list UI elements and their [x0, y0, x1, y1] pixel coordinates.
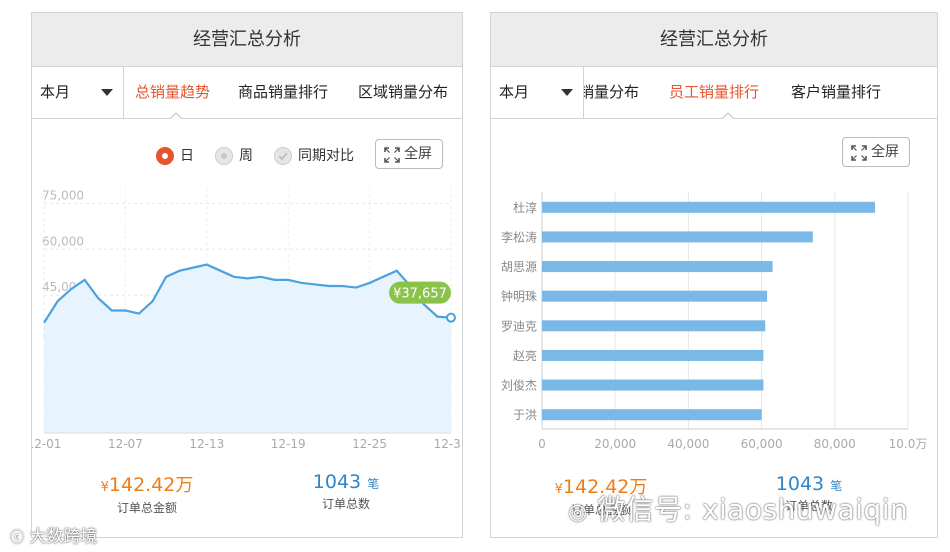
bar [542, 261, 773, 273]
category-label: 钟明珠 [501, 289, 537, 304]
watermark-left: ⓒ 大数跨境 [10, 527, 98, 547]
bar [542, 320, 766, 332]
bar [542, 290, 768, 302]
employee-sales-bar-chart: 0 20,000 40,000 60,000 80,000 10.0万 杜淳李松涛胡思源钟明… [501, 192, 928, 451]
fullscreen-button[interactable]: 全屏 [842, 137, 910, 167]
category-label: 胡思源 [501, 260, 537, 274]
panel-title: 经营汇总分析 [32, 13, 462, 67]
y-tick-label: 60,000 [42, 234, 84, 248]
value-tooltip: ¥37,657 [389, 281, 451, 304]
option-day[interactable]: 日 [156, 147, 194, 165]
order-count-label: 订单总数 [321, 497, 370, 511]
option-day-label: 日 [180, 148, 194, 164]
bar [542, 349, 764, 361]
wechat-icon: ◎ [568, 500, 588, 525]
latest-point-marker [446, 312, 456, 323]
chevron-down-icon [561, 89, 573, 96]
fullscreen-button[interactable]: 全屏 [375, 139, 443, 169]
panel-title: 经营汇总分析 [491, 13, 937, 67]
fullscreen-label: 全屏 [871, 144, 899, 160]
expand-icon [384, 147, 400, 163]
x-tick-label: 12-25 [352, 437, 387, 448]
order-count-summary: 1043 笔 订单总数 [296, 471, 396, 512]
chevron-down-icon [101, 89, 113, 96]
tab-bar: 销量分布 员工销量排行 客户销量排行 本月 [491, 67, 937, 120]
bar [542, 409, 762, 421]
option-week-label: 周 [239, 148, 253, 164]
x-tick-label: 80,000 [814, 437, 856, 451]
tooltip-text: ¥37,657 [393, 287, 447, 302]
bar [542, 379, 764, 391]
x-tick-label: 40,000 [667, 437, 709, 451]
period-label: 本月 [40, 83, 71, 101]
active-tab-indicator [169, 111, 183, 120]
fullscreen-label: 全屏 [404, 146, 432, 162]
bar [542, 231, 813, 243]
tab-customer-sales-ranking[interactable]: 客户销量排行 [791, 67, 881, 118]
order-amount-summary: ¥142.42万 订单总金额 [87, 471, 207, 516]
x-tick-label: 10.0万 [889, 437, 928, 451]
x-tick-label: 0 [538, 437, 546, 451]
x-tick-label: 60,000 [741, 437, 783, 451]
sales-trend-panel: 经营汇总分析 本月 总销量趋势 商品销量排行 区域销量分布 日 周 同期对比 全… [31, 12, 463, 538]
x-tick-label: 12-07 [108, 437, 143, 448]
category-label: 杜淳 [513, 200, 537, 215]
option-yoy-label: 同期对比 [298, 148, 354, 164]
category-label: 赵亮 [513, 348, 537, 363]
tab-employee-sales-ranking[interactable]: 员工销量排行 [669, 67, 759, 118]
check-icon [274, 147, 292, 165]
option-week[interactable]: 周 [215, 147, 253, 165]
period-dropdown[interactable]: 本月 [32, 67, 124, 118]
category-label: 刘俊杰 [501, 378, 537, 393]
x-tick-label: 20,000 [594, 437, 636, 451]
expand-icon [851, 145, 867, 161]
y-tick-label: 75,000 [42, 188, 84, 202]
x-tick-label: 12-01 [32, 437, 61, 448]
radio-unselected-icon [215, 147, 233, 165]
sales-trend-chart: 15,00030,00045,00060,00075,000¥37,65712-… [32, 188, 463, 448]
bar [542, 201, 876, 213]
watermark-right: ◎ 微信号: xiaoshuwaiqin [568, 493, 909, 526]
period-label: 本月 [499, 83, 530, 101]
tab-region-sales-distribution[interactable]: 区域销量分布 [358, 67, 448, 118]
x-tick-label: 12-13 [189, 437, 224, 448]
x-tick-label: 12-31 [434, 437, 463, 448]
order-amount-label: 订单总金额 [116, 501, 177, 515]
category-label: 于洪 [513, 408, 537, 422]
tab-bar: 本月 总销量趋势 商品销量排行 区域销量分布 [32, 67, 462, 120]
category-label: 罗迪克 [501, 319, 537, 333]
tab-sales-distribution[interactable]: 销量分布 [579, 67, 639, 118]
order-count-value: 1043 笔 [312, 471, 380, 493]
tab-product-sales-ranking[interactable]: 商品销量排行 [238, 67, 328, 118]
category-label: 李松涛 [501, 229, 537, 244]
order-amount-value: ¥142.42万 [100, 474, 194, 496]
employee-ranking-panel: 经营汇总分析 销量分布 员工销量排行 客户销量排行 本月 全屏 0 20,000 4… [490, 12, 938, 538]
active-tab-indicator [721, 111, 735, 120]
radio-selected-icon [156, 147, 174, 165]
x-tick-label: 12-19 [271, 437, 306, 448]
period-dropdown[interactable]: 本月 [491, 67, 584, 118]
option-yoy-compare[interactable]: 同期对比 [274, 147, 354, 165]
weibo-icon: ⓒ [10, 530, 24, 546]
